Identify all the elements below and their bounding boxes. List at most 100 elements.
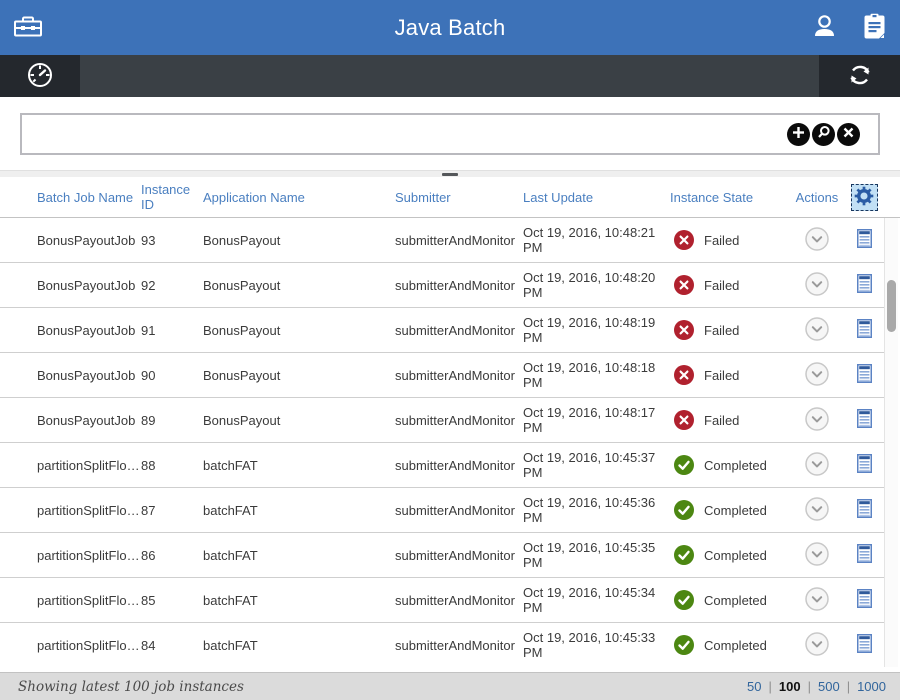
column-settings-button[interactable]	[851, 184, 878, 211]
state-label: Completed	[704, 593, 767, 608]
cell-submitter: submitterAndMonitor	[395, 233, 523, 248]
panel-splitter[interactable]	[0, 170, 900, 177]
clear-search-button[interactable]	[837, 123, 860, 146]
row-actions-button[interactable]	[805, 497, 829, 524]
cell-last-update: Oct 19, 2016, 10:48:18 PM	[523, 360, 670, 390]
toolbox-button[interactable]	[13, 13, 43, 42]
row-actions-button[interactable]	[805, 227, 829, 254]
java-batch-tool: Java Batch	[0, 0, 900, 700]
scrollbar-thumb[interactable]	[887, 280, 896, 332]
row-actions-button[interactable]	[805, 542, 829, 569]
table-row: partitionSplitFlo… 85 batchFAT submitter…	[0, 578, 884, 623]
gear-icon	[853, 185, 875, 210]
page-size-100[interactable]: 100	[779, 679, 801, 694]
failed-icon	[674, 410, 694, 430]
log-icon	[857, 409, 872, 431]
cell-instance-state: Completed	[670, 545, 795, 565]
completed-icon	[674, 455, 694, 475]
separator	[769, 679, 772, 694]
completed-icon	[674, 635, 694, 655]
table-row: BonusPayoutJob 93 BonusPayout submitterA…	[0, 218, 884, 263]
cell-batch-job-name: BonusPayoutJob	[37, 413, 141, 428]
job-log-button[interactable]	[857, 274, 872, 296]
column-header-submitter[interactable]: Submitter	[395, 190, 523, 205]
cell-application-name: BonusPayout	[203, 233, 395, 248]
search-button[interactable]	[812, 123, 835, 146]
cell-job-log	[849, 274, 879, 296]
job-log-button[interactable]	[857, 544, 872, 566]
vertical-scrollbar[interactable]	[884, 218, 898, 667]
job-log-button[interactable]	[857, 454, 872, 476]
failed-icon	[674, 365, 694, 385]
failed-icon	[674, 275, 694, 295]
chevron-down-icon	[805, 452, 829, 479]
page-title: Java Batch	[0, 0, 900, 55]
refresh-button[interactable]	[819, 55, 900, 97]
row-actions-button[interactable]	[805, 407, 829, 434]
search-box	[20, 113, 880, 155]
add-filter-button[interactable]	[787, 123, 810, 146]
cell-instance-state: Completed	[670, 500, 795, 520]
row-actions-button[interactable]	[805, 452, 829, 479]
row-actions-button[interactable]	[805, 272, 829, 299]
cell-application-name: batchFAT	[203, 638, 395, 653]
job-log-button[interactable]	[857, 409, 872, 431]
cell-actions	[795, 407, 839, 434]
cell-application-name: batchFAT	[203, 548, 395, 563]
column-header-actions: Actions	[795, 190, 839, 205]
page-size-50[interactable]: 50	[747, 679, 761, 694]
page-size-1000[interactable]: 1000	[857, 679, 886, 694]
clear-icon	[837, 121, 860, 147]
dashboard-button[interactable]	[0, 55, 80, 97]
search-input[interactable]	[22, 115, 787, 153]
separator	[847, 679, 850, 694]
cell-last-update: Oct 19, 2016, 10:45:37 PM	[523, 450, 670, 480]
user-button[interactable]	[811, 13, 838, 43]
failed-icon	[674, 320, 694, 340]
cell-submitter: submitterAndMonitor	[395, 368, 523, 383]
cell-instance-state: Failed	[670, 410, 795, 430]
row-actions-button[interactable]	[805, 362, 829, 389]
cell-batch-job-name: partitionSplitFlo…	[37, 548, 141, 563]
column-header-batch-job-name[interactable]: Batch Job Name	[37, 190, 141, 205]
tasks-button[interactable]	[863, 13, 886, 43]
cell-instance-state: Failed	[670, 365, 795, 385]
cell-last-update: Oct 19, 2016, 10:45:35 PM	[523, 540, 670, 570]
row-actions-button[interactable]	[805, 632, 829, 659]
page-size-500[interactable]: 500	[818, 679, 840, 694]
row-actions-button[interactable]	[805, 587, 829, 614]
column-header-instance-id[interactable]: Instance ID	[141, 182, 203, 212]
log-icon	[857, 229, 872, 251]
row-actions-button[interactable]	[805, 317, 829, 344]
separator	[808, 679, 811, 694]
cell-instance-id: 87	[141, 503, 203, 518]
cell-submitter: submitterAndMonitor	[395, 413, 523, 428]
cell-instance-id: 88	[141, 458, 203, 473]
job-log-button[interactable]	[857, 364, 872, 386]
cell-instance-state: Failed	[670, 230, 795, 250]
table-row: partitionSplitFlo… 86 batchFAT submitter…	[0, 533, 884, 578]
job-log-button[interactable]	[857, 634, 872, 656]
column-header-last-update[interactable]: Last Update	[523, 190, 670, 205]
cell-instance-id: 92	[141, 278, 203, 293]
state-label: Completed	[704, 548, 767, 563]
cell-batch-job-name: partitionSplitFlo…	[37, 458, 141, 473]
cell-job-log	[849, 319, 879, 341]
status-text: Showing latest 100 job instances	[18, 679, 244, 695]
job-log-button[interactable]	[857, 319, 872, 341]
job-log-button[interactable]	[857, 229, 872, 251]
cell-actions	[795, 632, 839, 659]
column-header-instance-state[interactable]: Instance State	[670, 190, 795, 205]
job-log-button[interactable]	[857, 499, 872, 521]
cell-instance-id: 85	[141, 593, 203, 608]
cell-actions	[795, 272, 839, 299]
log-icon	[857, 454, 872, 476]
cell-application-name: BonusPayout	[203, 278, 395, 293]
log-icon	[857, 499, 872, 521]
cell-submitter: submitterAndMonitor	[395, 278, 523, 293]
job-log-button[interactable]	[857, 589, 872, 611]
completed-icon	[674, 500, 694, 520]
chevron-down-icon	[805, 632, 829, 659]
column-header-application-name[interactable]: Application Name	[203, 190, 395, 205]
table-row: partitionSplitFlo… 88 batchFAT submitter…	[0, 443, 884, 488]
